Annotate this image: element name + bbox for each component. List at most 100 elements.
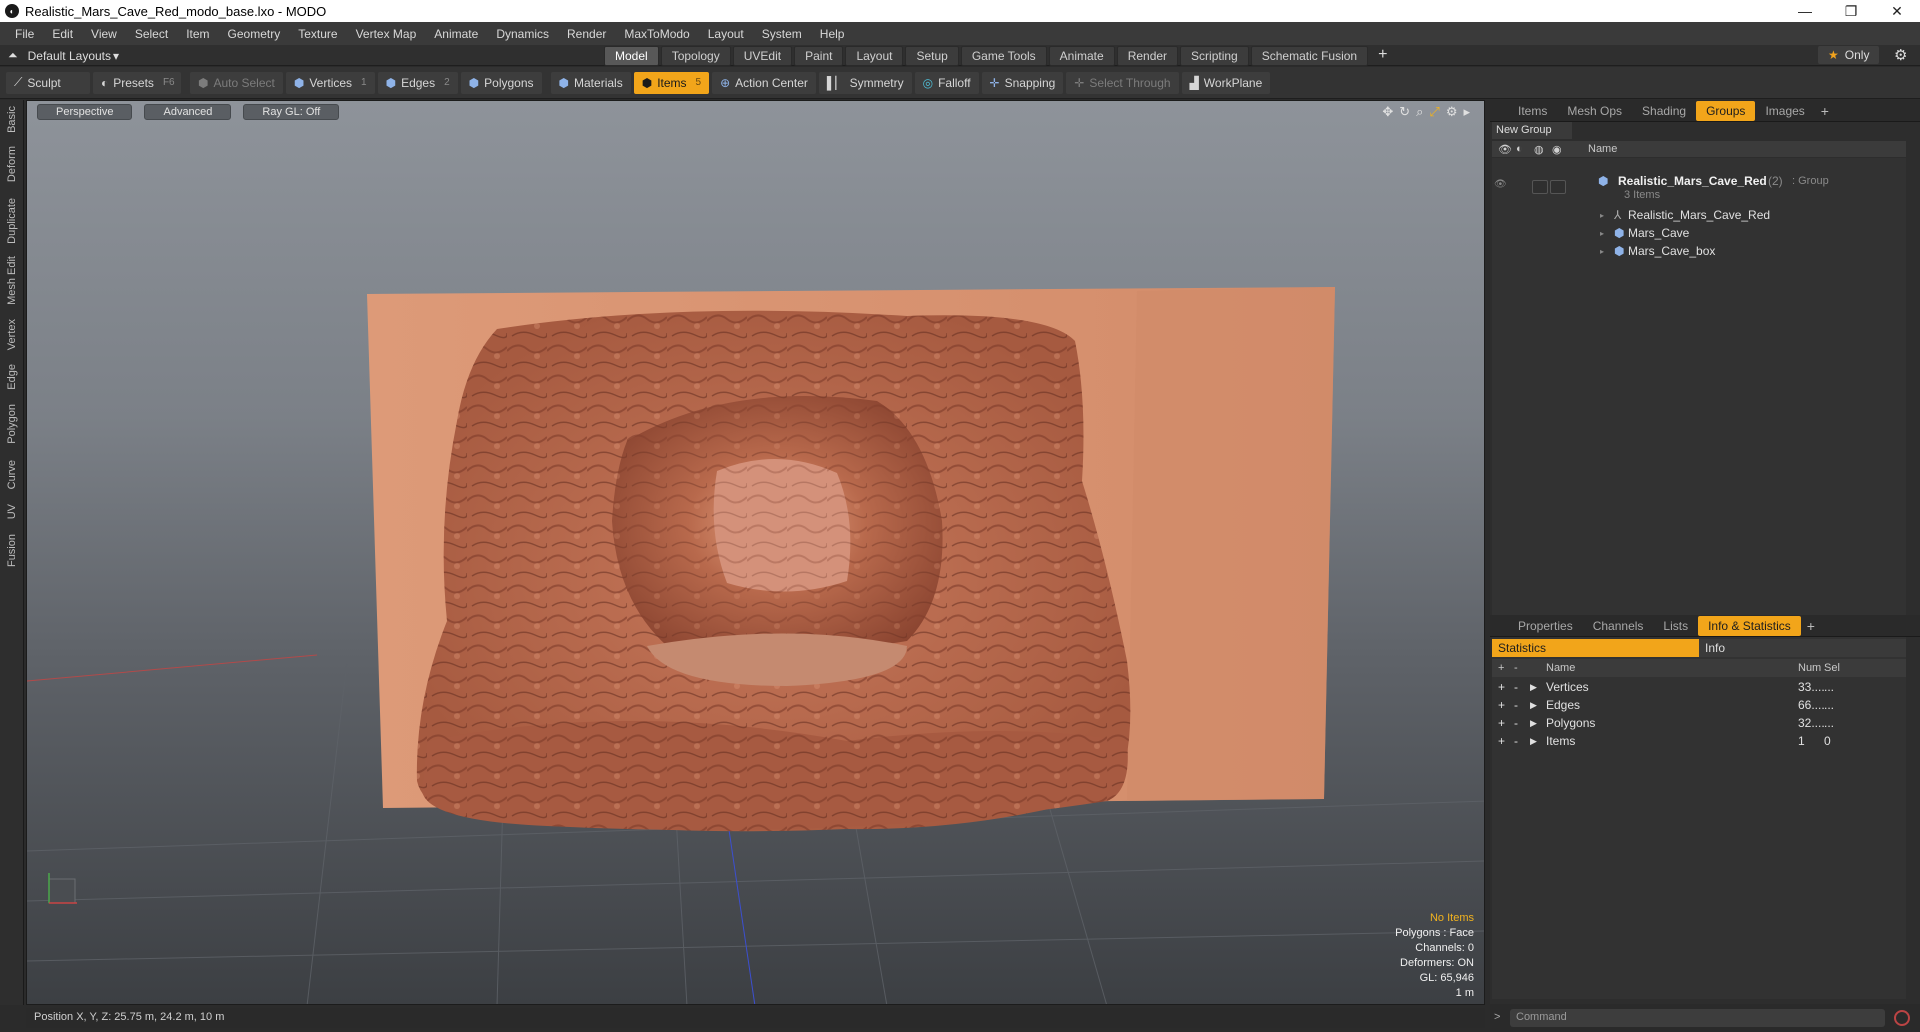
remove-icon[interactable]: - (1514, 698, 1518, 712)
menu-file[interactable]: File (6, 27, 43, 41)
layout-collapse-icon[interactable]: ⏶ (8, 48, 18, 63)
maximize-button[interactable]: ❐ (1828, 3, 1874, 20)
tab-animate[interactable]: Animate (1048, 46, 1115, 66)
add-icon[interactable]: + (1498, 716, 1505, 730)
vtab-mesh-edit[interactable]: Mesh Edit (0, 256, 24, 305)
tab-layout[interactable]: Layout (845, 46, 904, 66)
expand-arrow-icon[interactable]: ▶ (1530, 700, 1537, 711)
tab-schematic-fusion[interactable]: Schematic Fusion (1250, 46, 1369, 66)
tab-uvedit[interactable]: UVEdit (732, 46, 793, 66)
tab-topology[interactable]: Topology (660, 46, 731, 66)
expand-arrow-icon[interactable]: ▶ (1530, 718, 1537, 729)
new-group-button[interactable]: New Group (1492, 122, 1572, 139)
stats-row-items[interactable]: + - ▶ Items 1 0 (1492, 732, 1906, 750)
tab-setup[interactable]: Setup (905, 46, 959, 66)
3d-viewport[interactable]: Perspective Advanced Ray GL: Off ✥ ↻ ⌕ ⤢… (26, 100, 1485, 1005)
symmetry-button[interactable]: ▌▏ Symmetry (818, 71, 912, 94)
select-icon[interactable]: ◉ (1552, 143, 1562, 156)
vtab-curve[interactable]: Curve (0, 460, 24, 489)
tab-properties[interactable]: Properties (1508, 616, 1583, 636)
snapping-button[interactable]: ✛ Snapping (981, 71, 1064, 94)
render-icon[interactable]: ◐ (1516, 143, 1523, 155)
lock-icon[interactable]: ◍ (1534, 143, 1544, 156)
record-macro-icon[interactable] (1894, 1010, 1910, 1026)
vtab-vertex[interactable]: Vertex (0, 319, 24, 350)
stats-row-polygons[interactable]: + - ▶ Polygons 32.... ... (1492, 714, 1906, 732)
menu-render[interactable]: Render (558, 27, 615, 41)
edges-button[interactable]: ⬢ Edges 2 (377, 71, 458, 94)
menu-layout[interactable]: Layout (699, 27, 753, 41)
tab-render[interactable]: Render (1116, 46, 1179, 66)
materials-button[interactable]: ⬢ Materials (550, 71, 631, 94)
tab-model[interactable]: Model (604, 46, 659, 66)
tab-info-statistics[interactable]: Info & Statistics (1698, 615, 1801, 636)
raygl-button[interactable]: Ray GL: Off (243, 104, 340, 120)
items-button[interactable]: ⬢ Items 5 (633, 71, 710, 94)
falloff-button[interactable]: ◎ Falloff (914, 71, 979, 94)
vtab-fusion[interactable]: Fusion (0, 534, 24, 567)
add-all-icon[interactable]: + (1498, 662, 1504, 674)
select-through-button[interactable]: ✛ Select Through (1066, 71, 1179, 94)
rotate-icon[interactable]: ↻ (1399, 104, 1410, 120)
fit-icon[interactable]: ⤢ (1429, 104, 1439, 120)
gear-icon[interactable]: ⚙ (1894, 46, 1907, 64)
tree-item-mesh[interactable]: ▸ ⬢ Mars_Cave (1492, 224, 1906, 242)
remove-icon[interactable]: - (1514, 734, 1518, 748)
menu-animate[interactable]: Animate (425, 27, 487, 41)
view-type-button[interactable]: Perspective (37, 104, 133, 120)
menu-edit[interactable]: Edit (43, 27, 82, 41)
expand-arrow-icon[interactable]: ▶ (1530, 736, 1537, 747)
expand-arrow-icon[interactable]: ▸ (1600, 247, 1604, 256)
add-panel-tab-button[interactable]: + (1801, 618, 1821, 634)
tab-mesh-ops[interactable]: Mesh Ops (1557, 101, 1632, 121)
add-icon[interactable]: + (1498, 734, 1505, 748)
tab-scripting[interactable]: Scripting (1180, 46, 1249, 66)
zoom-icon[interactable]: ⌕ (1416, 104, 1423, 120)
expand-arrow-icon[interactable]: ▸ (1463, 104, 1470, 120)
shading-mode-button[interactable]: Advanced (144, 104, 232, 120)
expand-arrow-icon[interactable]: ▸ (1600, 229, 1604, 238)
add-icon[interactable]: + (1498, 680, 1505, 694)
eye-icon[interactable]: 👁 (1498, 143, 1512, 156)
menu-select[interactable]: Select (126, 27, 177, 41)
tree-item-locator[interactable]: ▸ ⅄ Realistic_Mars_Cave_Red (1492, 206, 1906, 224)
menu-item[interactable]: Item (177, 27, 218, 41)
tab-images[interactable]: Images (1755, 101, 1814, 121)
polygons-button[interactable]: ⬢ Polygons (460, 71, 542, 94)
menu-geometry[interactable]: Geometry (219, 27, 290, 41)
add-icon[interactable]: + (1498, 698, 1505, 712)
remove-icon[interactable]: - (1514, 680, 1518, 694)
menu-vertex-map[interactable]: Vertex Map (347, 27, 426, 41)
vtab-uv[interactable]: UV (0, 504, 24, 519)
minimize-button[interactable]: — (1782, 3, 1828, 19)
expand-arrow-icon[interactable]: ▸ (1600, 211, 1604, 220)
tab-game-tools[interactable]: Game Tools (960, 46, 1047, 66)
menu-system[interactable]: System (753, 27, 811, 41)
vertices-button[interactable]: ⬢ Vertices 1 (285, 71, 375, 94)
tab-paint[interactable]: Paint (794, 46, 844, 66)
workplane-button[interactable]: ▟ WorkPlane (1181, 71, 1271, 94)
stats-row-vertices[interactable]: + - ▶ Vertices 33.... ... (1492, 678, 1906, 696)
add-panel-tab-button[interactable]: + (1815, 103, 1835, 119)
remove-all-icon[interactable]: - (1514, 662, 1518, 674)
vtab-duplicate[interactable]: Duplicate (0, 198, 24, 244)
remove-icon[interactable]: - (1514, 716, 1518, 730)
add-tab-button[interactable]: + (1370, 46, 1395, 66)
tab-lists[interactable]: Lists (1653, 616, 1698, 636)
viewport-settings-icon[interactable]: ⚙ (1446, 104, 1458, 120)
vtab-basic[interactable]: Basic (0, 106, 24, 133)
only-toggle[interactable]: ★ Only (1818, 46, 1880, 64)
presets-button[interactable]: ◐ Presets F6 (93, 71, 181, 94)
vtab-edge[interactable]: Edge (0, 364, 24, 390)
vtab-polygon[interactable]: Polygon (0, 404, 24, 444)
command-input[interactable]: Command (1510, 1009, 1885, 1027)
menu-texture[interactable]: Texture (289, 27, 346, 41)
tab-groups[interactable]: Groups (1696, 100, 1756, 121)
stats-row-edges[interactable]: + - ▶ Edges 66.... ... (1492, 696, 1906, 714)
menu-maxtomodo[interactable]: MaxToModo (615, 27, 698, 41)
subtab-info[interactable]: Info (1699, 639, 1906, 657)
auto-select-button[interactable]: ⬢ Auto Select (190, 71, 283, 94)
close-button[interactable]: ✕ (1874, 3, 1920, 20)
tab-shading[interactable]: Shading (1632, 101, 1696, 121)
menu-view[interactable]: View (82, 27, 126, 41)
